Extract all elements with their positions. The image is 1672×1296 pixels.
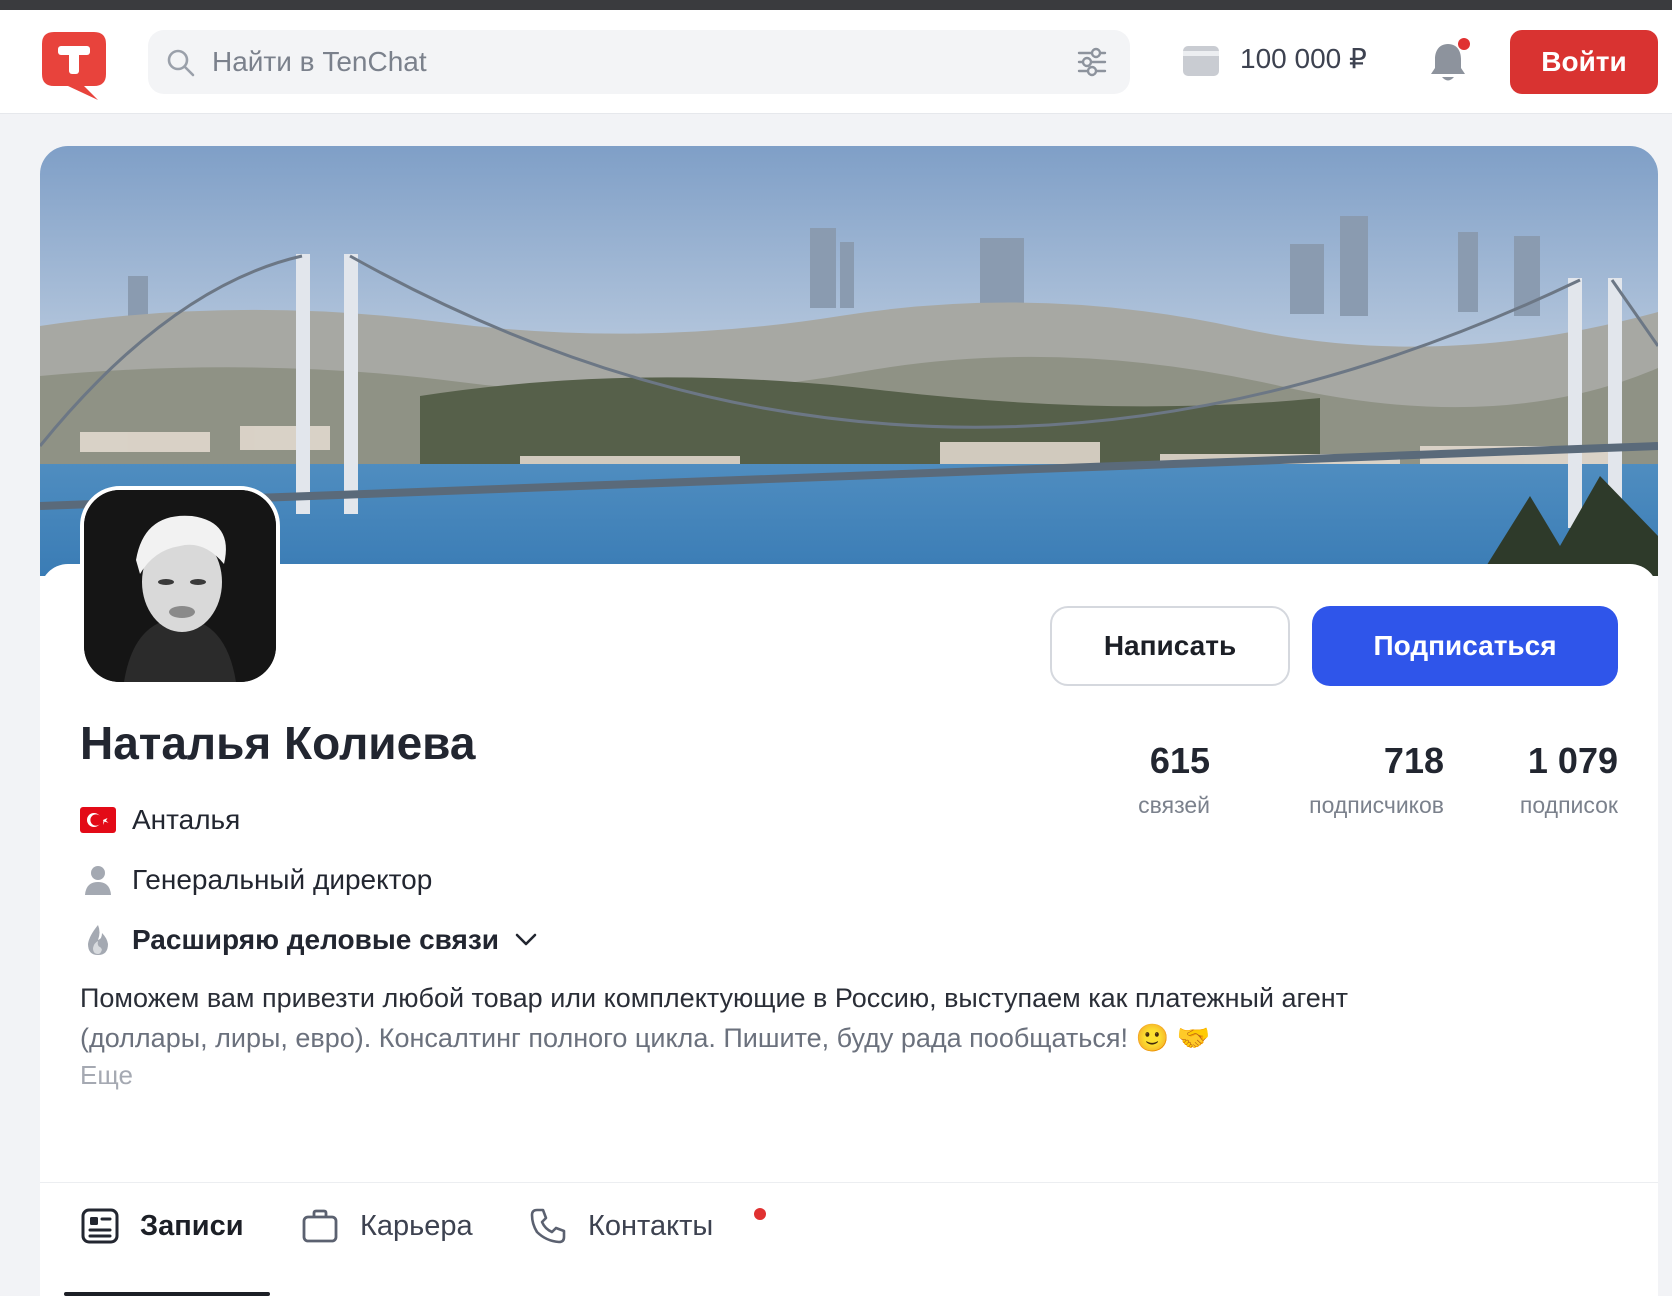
top-header: 100 000 ₽ Войти <box>0 10 1672 114</box>
flame-icon <box>80 925 116 955</box>
tabs-divider <box>40 1182 1658 1183</box>
show-more-link[interactable]: Еще <box>80 1060 133 1091</box>
contacts-notification-dot <box>754 1208 766 1220</box>
briefcase-icon <box>302 1209 338 1243</box>
person-icon <box>80 865 116 895</box>
position-text: Генеральный директор <box>132 864 433 895</box>
stat-value: 615 <box>1149 740 1210 781</box>
stat-label: связей <box>1138 792 1210 818</box>
location-row: Анталья <box>80 802 240 838</box>
tab-posts[interactable]: Записи <box>80 1202 244 1250</box>
balance-amount[interactable]: 100 000 ₽ <box>1240 42 1367 75</box>
profile-card: Написать Подписаться Наталья Колиева 615… <box>40 146 1658 1296</box>
goal-row[interactable]: Расширяю деловые связи <box>80 922 537 958</box>
location-text: Анталья <box>132 804 241 835</box>
position-row: Генеральный директор <box>80 862 432 898</box>
stat-following[interactable]: 1 079 подписок <box>1444 740 1618 819</box>
filter-icon[interactable] <box>1076 46 1108 78</box>
stat-value: 1 079 <box>1527 740 1618 781</box>
notification-dot <box>1458 38 1470 50</box>
bio-line: Поможем вам привезти любой товар или ком… <box>80 983 1349 1013</box>
turkey-flag-icon <box>80 805 116 835</box>
wallet-icon[interactable] <box>1182 44 1220 78</box>
goal-text: Расширяю деловые связи <box>132 924 499 955</box>
active-tab-underline <box>64 1292 270 1296</box>
stat-label: подписчиков <box>1309 792 1444 818</box>
login-button[interactable]: Войти <box>1510 30 1658 94</box>
avatar[interactable] <box>80 486 280 686</box>
browser-top-strip <box>0 0 1672 10</box>
phone-icon <box>530 1208 566 1244</box>
tab-contacts[interactable]: Контакты <box>528 1202 713 1250</box>
chevron-down-icon[interactable] <box>515 933 537 947</box>
stat-followers[interactable]: 718 подписчиков <box>1210 740 1444 819</box>
tenchat-logo-icon[interactable] <box>40 30 108 102</box>
stat-value: 718 <box>1383 740 1444 781</box>
stat-label: подписок <box>1519 792 1618 818</box>
subscribe-button[interactable]: Подписаться <box>1312 606 1618 686</box>
cover-image <box>40 146 1658 576</box>
write-message-button[interactable]: Написать <box>1050 606 1290 686</box>
search-bar[interactable] <box>148 30 1130 94</box>
search-icon <box>167 49 195 77</box>
search-input[interactable] <box>212 30 1012 94</box>
tab-career[interactable]: Карьера <box>300 1202 473 1250</box>
bio-text: Поможем вам привезти любой товар или ком… <box>80 978 1580 1058</box>
tab-label: Карьера <box>360 1209 473 1242</box>
tab-label: Записи <box>140 1209 244 1242</box>
bio-line: (доллары, лиры, евро). Консалтинг полног… <box>80 1023 1211 1053</box>
tab-label: Контакты <box>588 1209 714 1242</box>
stat-connections[interactable]: 615 связей <box>1060 740 1210 819</box>
posts-icon <box>81 1208 119 1244</box>
profile-name: Наталья Колиева <box>80 717 476 769</box>
